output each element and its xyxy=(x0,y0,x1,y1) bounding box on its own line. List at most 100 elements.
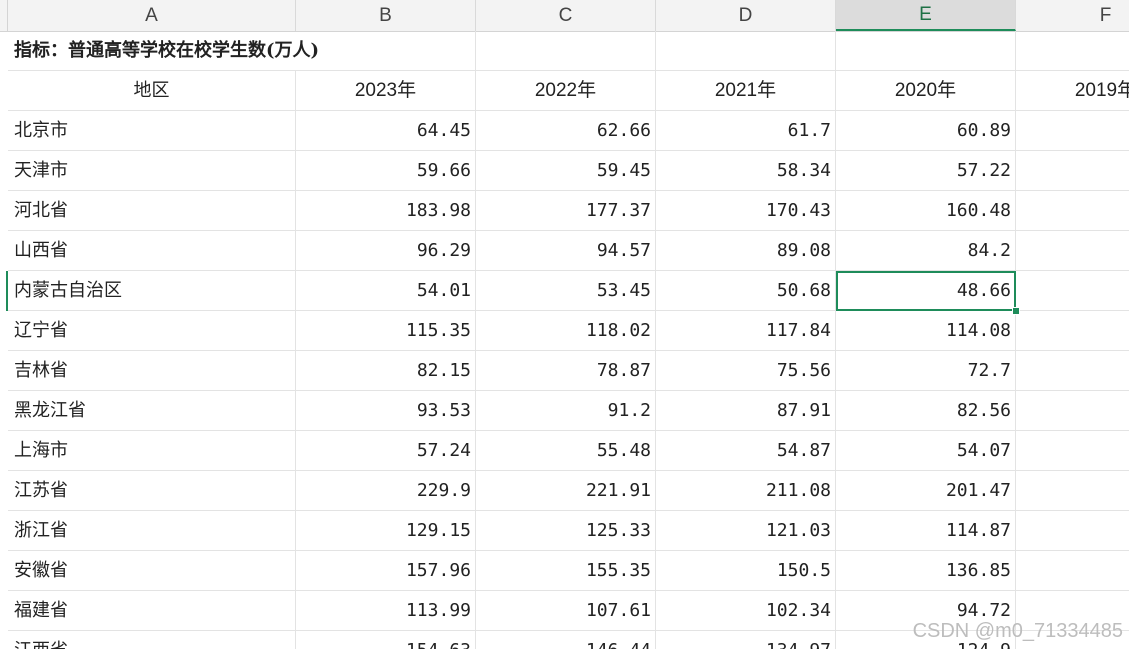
value-cell[interactable]: 54.87 xyxy=(656,431,836,471)
region-header[interactable]: 地区 xyxy=(8,71,296,111)
empty-cell[interactable] xyxy=(1016,111,1129,151)
select-all-corner[interactable] xyxy=(0,0,8,31)
column-header-f[interactable]: F xyxy=(1016,0,1129,31)
empty-cell[interactable] xyxy=(1016,311,1129,351)
value-cell[interactable]: 59.45 xyxy=(476,151,656,191)
region-cell[interactable]: 安徽省 xyxy=(8,551,296,591)
year-header[interactable]: 2021年 xyxy=(656,71,836,111)
empty-cell[interactable] xyxy=(1016,31,1129,71)
region-cell[interactable]: 山西省 xyxy=(8,231,296,271)
year-header[interactable]: 2023年 xyxy=(296,71,476,111)
table-row: 北京市 64.45 62.66 61.7 60.89 xyxy=(8,111,1129,151)
value-cell[interactable]: 102.34 xyxy=(656,591,836,631)
region-cell[interactable]: 辽宁省 xyxy=(8,311,296,351)
value-cell[interactable]: 91.2 xyxy=(476,391,656,431)
value-cell[interactable]: 82.15 xyxy=(296,351,476,391)
value-cell[interactable]: 75.56 xyxy=(656,351,836,391)
empty-cell[interactable] xyxy=(1016,471,1129,511)
value-cell[interactable]: 55.48 xyxy=(476,431,656,471)
value-cell[interactable]: 57.22 xyxy=(836,151,1016,191)
empty-cell[interactable] xyxy=(1016,391,1129,431)
value-cell[interactable]: 94.57 xyxy=(476,231,656,271)
value-cell[interactable]: 53.45 xyxy=(476,271,656,311)
region-cell[interactable]: 吉林省 xyxy=(8,351,296,391)
value-cell[interactable]: 121.03 xyxy=(656,511,836,551)
title-cell[interactable]: 指标：普通高等学校在校学生数(万人) xyxy=(8,31,476,71)
value-cell[interactable]: 50.68 xyxy=(656,271,836,311)
region-cell[interactable]: 江苏省 xyxy=(8,471,296,511)
value-cell[interactable]: 160.48 xyxy=(836,191,1016,231)
year-header[interactable]: 2022年 xyxy=(476,71,656,111)
column-header-d[interactable]: D xyxy=(656,0,836,31)
selected-cell[interactable]: 48.66 xyxy=(836,271,1016,311)
value-cell[interactable]: 118.02 xyxy=(476,311,656,351)
value-cell[interactable]: 150.5 xyxy=(656,551,836,591)
region-cell[interactable]: 上海市 xyxy=(8,431,296,471)
value-cell[interactable]: 64.45 xyxy=(296,111,476,151)
value-cell[interactable]: 154.63 xyxy=(296,631,476,649)
region-cell[interactable]: 天津市 xyxy=(8,151,296,191)
value-cell[interactable]: 82.56 xyxy=(836,391,1016,431)
empty-cell[interactable] xyxy=(656,31,836,71)
value-cell[interactable]: 177.37 xyxy=(476,191,656,231)
column-header-a[interactable]: A xyxy=(8,0,296,31)
value-cell[interactable]: 72.7 xyxy=(836,351,1016,391)
value-cell[interactable]: 211.08 xyxy=(656,471,836,511)
column-header-b[interactable]: B xyxy=(296,0,476,31)
value-cell[interactable]: 117.84 xyxy=(656,311,836,351)
value-cell[interactable]: 58.34 xyxy=(656,151,836,191)
value-cell[interactable]: 129.15 xyxy=(296,511,476,551)
value-cell[interactable]: 61.7 xyxy=(656,111,836,151)
fill-handle[interactable] xyxy=(1012,307,1020,315)
value-cell[interactable]: 221.91 xyxy=(476,471,656,511)
value-cell[interactable]: 134.97 xyxy=(656,631,836,649)
value-cell[interactable]: 54.01 xyxy=(296,271,476,311)
empty-cell[interactable] xyxy=(1016,191,1129,231)
value-cell[interactable]: 78.87 xyxy=(476,351,656,391)
value-cell[interactable]: 93.53 xyxy=(296,391,476,431)
empty-cell[interactable] xyxy=(836,31,1016,71)
empty-cell[interactable] xyxy=(1016,511,1129,551)
region-cell[interactable]: 河北省 xyxy=(8,191,296,231)
value-cell[interactable]: 155.35 xyxy=(476,551,656,591)
value-cell[interactable]: 59.66 xyxy=(296,151,476,191)
empty-cell[interactable] xyxy=(1016,431,1129,471)
value-cell[interactable]: 87.91 xyxy=(656,391,836,431)
empty-cell[interactable] xyxy=(1016,351,1129,391)
region-cell[interactable]: 浙江省 xyxy=(8,511,296,551)
value-cell[interactable]: 62.66 xyxy=(476,111,656,151)
value-cell[interactable]: 84.2 xyxy=(836,231,1016,271)
value-cell[interactable]: 170.43 xyxy=(656,191,836,231)
year-header[interactable]: 2019年 xyxy=(1016,71,1129,111)
value-cell[interactable]: 96.29 xyxy=(296,231,476,271)
region-cell[interactable]: 江西省 xyxy=(8,631,296,649)
region-cell[interactable]: 内蒙古自治区 xyxy=(8,271,296,311)
region-cell[interactable]: 福建省 xyxy=(8,591,296,631)
empty-cell[interactable] xyxy=(1016,231,1129,271)
value-cell[interactable]: 125.33 xyxy=(476,511,656,551)
region-cell[interactable]: 北京市 xyxy=(8,111,296,151)
column-header-c[interactable]: C xyxy=(476,0,656,31)
column-header-e[interactable]: E xyxy=(836,0,1016,31)
value-cell[interactable]: 114.08 xyxy=(836,311,1016,351)
value-cell[interactable]: 183.98 xyxy=(296,191,476,231)
value-cell[interactable]: 54.07 xyxy=(836,431,1016,471)
value-cell[interactable]: 229.9 xyxy=(296,471,476,511)
value-cell[interactable]: 201.47 xyxy=(836,471,1016,511)
empty-cell[interactable] xyxy=(1016,151,1129,191)
value-cell[interactable]: 146.44 xyxy=(476,631,656,649)
empty-cell[interactable] xyxy=(1016,551,1129,591)
value-cell[interactable]: 115.35 xyxy=(296,311,476,351)
value-cell[interactable]: 89.08 xyxy=(656,231,836,271)
region-cell[interactable]: 黑龙江省 xyxy=(8,391,296,431)
value-cell[interactable]: 113.99 xyxy=(296,591,476,631)
value-cell[interactable]: 107.61 xyxy=(476,591,656,631)
empty-cell[interactable] xyxy=(1016,271,1129,311)
value-cell[interactable]: 57.24 xyxy=(296,431,476,471)
year-header[interactable]: 2020年 xyxy=(836,71,1016,111)
value-cell[interactable]: 157.96 xyxy=(296,551,476,591)
empty-cell[interactable] xyxy=(476,31,656,71)
value-cell[interactable]: 136.85 xyxy=(836,551,1016,591)
value-cell[interactable]: 114.87 xyxy=(836,511,1016,551)
value-cell[interactable]: 60.89 xyxy=(836,111,1016,151)
